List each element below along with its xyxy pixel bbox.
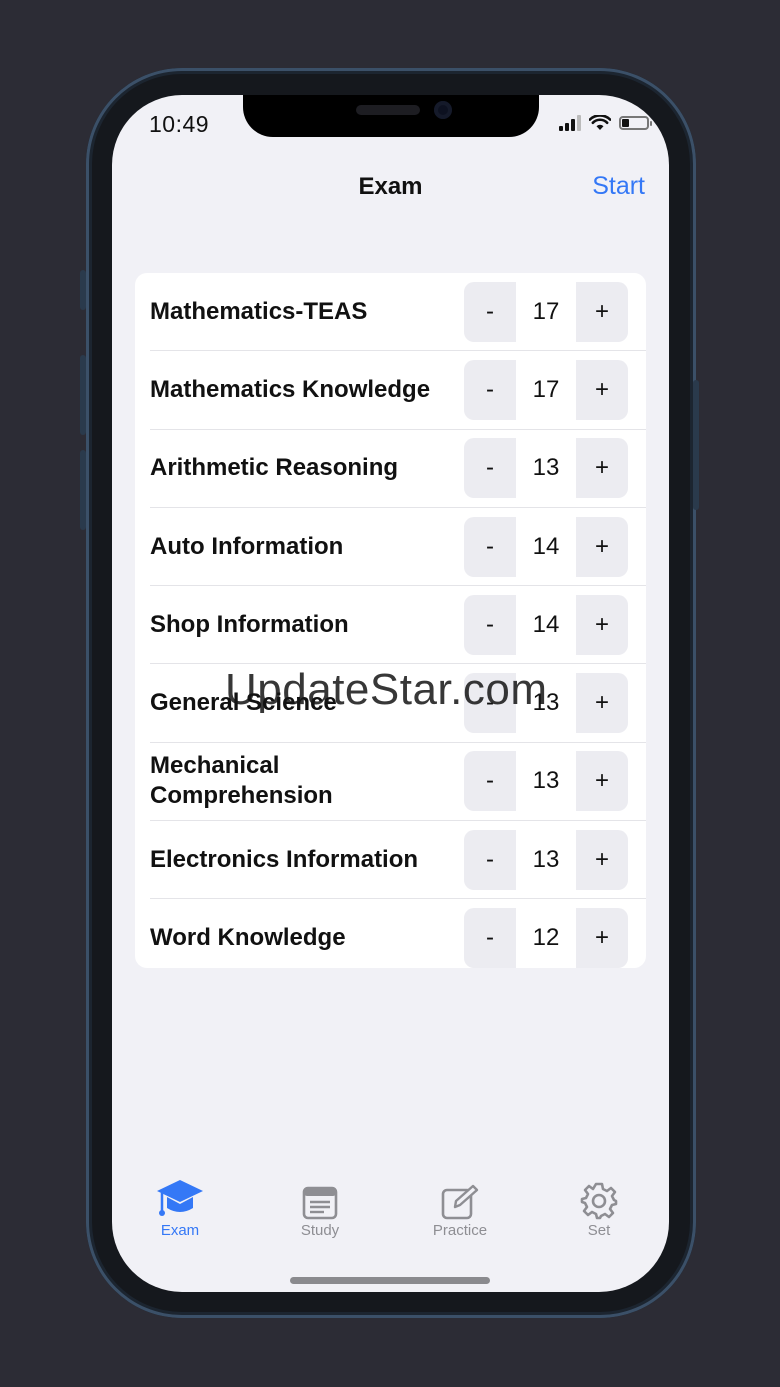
subject-row: Mathematics Knowledge -17 +: [150, 351, 646, 430]
question-count-stepper: -13 +: [464, 829, 628, 890]
graduation-cap-icon: [157, 1180, 203, 1216]
square-pencil-icon: [441, 1184, 479, 1220]
question-count-value: 14: [516, 594, 576, 655]
tab-exam[interactable]: Exam: [130, 1180, 230, 1239]
status-icons: [559, 115, 652, 131]
front-camera: [434, 101, 452, 119]
question-count-value: 13: [516, 751, 576, 812]
question-count-value: 14: [516, 516, 576, 577]
increment-button[interactable]: +: [576, 517, 628, 577]
question-count-stepper: -13 +: [464, 438, 628, 499]
increment-button[interactable]: +: [576, 908, 628, 968]
increment-button[interactable]: +: [576, 595, 628, 655]
home-indicator[interactable]: [290, 1277, 490, 1284]
increment-button[interactable]: +: [576, 830, 628, 890]
subject-label: Word Knowledge: [150, 924, 346, 952]
phone-screen: 10:49 Exam Start Mathematics-TEAS -17 + Mat…: [112, 95, 669, 1292]
subject-label: Shop Information: [150, 610, 349, 638]
gear-icon: [580, 1182, 618, 1220]
decrement-button[interactable]: -: [464, 673, 516, 733]
subject-list: Mathematics-TEAS -17 + Mathematics Knowledg…: [135, 273, 646, 968]
question-count-value: 13: [516, 829, 576, 890]
tab-set[interactable]: Set: [549, 1180, 649, 1239]
notch: [243, 95, 539, 137]
tab-study[interactable]: Study: [270, 1180, 370, 1239]
increment-button[interactable]: +: [576, 751, 628, 811]
subject-row: Mathematics-TEAS -17 +: [150, 273, 646, 352]
subject-label: Auto Information: [150, 532, 344, 560]
decrement-button[interactable]: -: [464, 517, 516, 577]
question-count-value: 13: [516, 438, 576, 499]
question-count-value: 17: [516, 359, 576, 420]
tab-practice-label: Practice: [432, 1222, 488, 1239]
subject-label: Mathematics Knowledge: [150, 375, 431, 403]
increment-button[interactable]: +: [576, 438, 628, 498]
question-count-stepper: -14 +: [464, 516, 628, 577]
decrement-button[interactable]: -: [464, 751, 516, 811]
decrement-button[interactable]: -: [464, 360, 516, 420]
question-count-stepper: -12 +: [464, 908, 628, 968]
subject-row: General Science -13 +: [150, 664, 646, 743]
question-count-stepper: -17 +: [464, 359, 628, 420]
subject-row: Electronics Information -13 +: [150, 821, 646, 900]
power-button: [693, 380, 699, 510]
page-title: Exam: [358, 173, 423, 200]
question-count-stepper: -17 +: [464, 281, 628, 342]
question-count-value: 12: [516, 908, 576, 968]
question-count-stepper: -14 +: [464, 594, 628, 655]
subject-row: Mechanical Comprehension -13 +: [150, 743, 646, 822]
tab-study-label: Study: [300, 1222, 340, 1239]
start-button[interactable]: Start: [592, 172, 645, 201]
subject-label: Mathematics-TEAS: [150, 297, 368, 325]
tab-exam-label: Exam: [160, 1222, 200, 1239]
subject-row: Shop Information -14 +: [150, 586, 646, 665]
tab-practice[interactable]: Practice: [410, 1180, 510, 1239]
decrement-button[interactable]: -: [464, 438, 516, 498]
question-count-stepper: -13 +: [464, 673, 628, 734]
decrement-button[interactable]: -: [464, 282, 516, 342]
subject-label: General Science: [150, 689, 337, 717]
mute-switch: [80, 270, 86, 310]
question-count-value: 17: [516, 281, 576, 342]
speaker: [356, 105, 420, 115]
increment-button[interactable]: +: [576, 360, 628, 420]
subject-label: Electronics Information: [150, 845, 419, 873]
subject-label: Mechanical Comprehension: [150, 752, 333, 810]
decrement-button[interactable]: -: [464, 595, 516, 655]
subject-row: Arithmetic Reasoning -13 +: [150, 430, 646, 508]
increment-button[interactable]: +: [576, 673, 628, 733]
increment-button[interactable]: +: [576, 282, 628, 342]
question-count-value: 13: [516, 673, 576, 734]
wifi-icon: [589, 115, 611, 130]
decrement-button[interactable]: -: [464, 908, 516, 968]
volume-up-button: [80, 355, 86, 435]
status-time: 10:49: [149, 111, 210, 137]
newspaper-icon: [302, 1186, 338, 1220]
tab-bar: Exam Study Practice Set: [112, 1180, 669, 1250]
subject-row: Auto Information -14 +: [150, 508, 646, 587]
volume-down-button: [80, 450, 86, 530]
subject-row: Word Knowledge -12 +: [150, 899, 646, 968]
decrement-button[interactable]: -: [464, 830, 516, 890]
battery-icon: [619, 116, 652, 130]
tab-set-label: Set: [587, 1222, 611, 1239]
cellular-signal-icon: [559, 115, 581, 131]
question-count-stepper: -13 +: [464, 751, 628, 812]
subject-label: Arithmetic Reasoning: [150, 454, 399, 482]
